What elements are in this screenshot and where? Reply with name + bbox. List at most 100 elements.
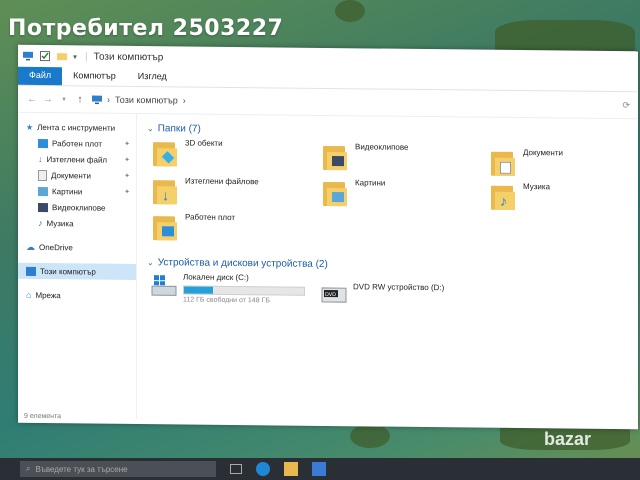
address-path[interactable]: Този компютър (115, 95, 178, 106)
chevron-down-icon[interactable]: ⌄ (147, 258, 154, 267)
address-separator: › (107, 94, 110, 105)
window-title: Този компютър (93, 51, 164, 63)
new-folder-icon[interactable] (56, 50, 68, 62)
picture-icon (332, 192, 344, 203)
section-title: Папки (7) (157, 122, 201, 135)
dvd-badge: DVD (325, 292, 336, 298)
edge-browser-icon[interactable] (256, 462, 270, 476)
sidebar-item-downloads[interactable]: ↓ Изтеглени файл ✦ (18, 151, 136, 168)
recent-dropdown-icon[interactable]: ▾ (56, 95, 72, 103)
refresh-icon[interactable]: ⟳ (590, 99, 630, 110)
sidebar-item-music[interactable]: ♪ Музика (18, 215, 136, 232)
section-title: Устройства и дискови устройства (2) (157, 256, 328, 270)
folder-desktop[interactable]: Работен плот (153, 212, 235, 243)
computer-icon (26, 266, 36, 276)
picture-icon (38, 186, 48, 196)
folder-label: Изтеглени файлове (185, 176, 259, 187)
sidebar-item-desktop[interactable]: Работен плот ✦ (18, 135, 136, 152)
folder-label: Музика (523, 182, 551, 192)
sidebar-item-videos[interactable]: Видеоклипове (18, 199, 136, 216)
music-note-icon: ♪ (38, 217, 43, 229)
document-icon (38, 169, 47, 181)
sidebar-item-label: Документи (51, 170, 91, 181)
customize-qa-dropdown-icon[interactable]: ▾ (73, 52, 77, 61)
film-icon (332, 156, 344, 167)
main-content: ⌄ Папки (7) 3D обекти Видеоклипове Докум… (137, 114, 638, 424)
task-view-icon[interactable] (230, 464, 242, 474)
folder-label: Документи (523, 148, 563, 158)
dvd-drive-icon: DVD (321, 287, 347, 303)
file-explorer-icon[interactable] (284, 462, 298, 476)
svg-text:bazar: bazar (544, 429, 591, 449)
file-explorer-window: ▾ | Този компютър Файл Компютър Изглед ←… (18, 44, 638, 430)
folder-label: Работен плот (185, 212, 236, 223)
drive-usage-fill (184, 286, 213, 294)
chevron-down-icon[interactable]: ⌄ (147, 124, 154, 133)
film-icon (38, 202, 48, 212)
drives-grid: Локален диск (C:) 112 ГБ свободни от 148… (147, 272, 638, 337)
network-icon: ⌂ (26, 289, 32, 300)
folder-label: Картини (355, 178, 386, 188)
taskbar: ⌕ Въведете тук за търсене (0, 458, 640, 480)
tab-file[interactable]: Файл (18, 66, 63, 86)
sidebar-item-pictures[interactable]: Картини ✦ (18, 183, 136, 200)
folder-music[interactable]: ♪ Музика (491, 182, 550, 213)
taskbar-search-input[interactable]: ⌕ Въведете тук за търсене (20, 461, 216, 477)
store-icon[interactable] (312, 462, 326, 476)
document-icon (500, 161, 511, 174)
sidebar-item-quick-access[interactable]: ★ Лента с инструменти (18, 119, 136, 136)
sidebar-item-onedrive[interactable]: ☁ OneDrive (18, 239, 136, 256)
back-arrow-icon[interactable]: ← (24, 93, 40, 104)
pin-icon: ✦ (124, 172, 130, 180)
sidebar-item-this-pc[interactable]: Този компютър (18, 262, 136, 280)
properties-checkbox-icon[interactable] (39, 50, 51, 62)
computer-icon[interactable] (22, 50, 34, 62)
drive-local-c[interactable]: Локален диск (C:) 112 ГБ свободни от 148… (151, 272, 305, 305)
download-arrow-icon: ↓ (38, 153, 43, 165)
folder-pictures[interactable]: Картини (323, 178, 385, 209)
search-icon: ⌕ (26, 464, 31, 473)
folder-videos[interactable]: Видеоклипове (323, 142, 409, 173)
download-arrow-icon: ↓ (162, 187, 169, 204)
address-separator: › (182, 95, 186, 106)
address-path-box[interactable]: › Този компютър › (92, 91, 590, 114)
drive-label: DVD RW устройство (D:) (353, 282, 445, 293)
bazar-watermark-logo: bazar (542, 427, 632, 456)
folder-downloads[interactable]: ↓ Изтеглени файлове (153, 176, 259, 207)
folder-icon: ♪ (491, 182, 517, 212)
tab-computer[interactable]: Компютър (62, 67, 127, 86)
pin-icon: ✦ (124, 140, 130, 148)
sidebar-item-documents[interactable]: Документи ✦ (18, 167, 136, 184)
folders-grid: 3D обекти Видеоклипове Документи ↓ Изтег… (147, 138, 638, 253)
computer-icon (92, 95, 102, 104)
sidebar-item-network[interactable]: ⌂ Мрежа (18, 287, 136, 304)
drive-usage-bar (183, 285, 305, 296)
sidebar-item-label: Работен плот (52, 138, 103, 149)
sidebar-item-label: Мрежа (35, 290, 61, 300)
sidebar-item-label: Картини (52, 186, 83, 196)
background-foliage (350, 424, 390, 448)
sidebar-item-label: Изтеглени файл (46, 154, 108, 165)
sidebar-item-label: Лента с инструменти (37, 122, 116, 133)
windows-drive-icon (151, 275, 177, 296)
tab-view[interactable]: Изглед (127, 68, 178, 87)
folder-icon (323, 178, 349, 208)
pin-icon: ✦ (124, 156, 130, 164)
folder-label: Видеоклипове (355, 142, 409, 152)
folder-documents[interactable]: Документи (491, 148, 563, 179)
folder-3d-objects[interactable]: 3D обекти (153, 138, 223, 169)
status-bar: 9 елемента (24, 412, 62, 421)
sidebar-item-label: Музика (46, 218, 74, 228)
folder-label: 3D обекти (185, 138, 223, 148)
folder-icon: ↓ (153, 176, 179, 206)
search-placeholder: Въведете тук за търсене (35, 464, 128, 474)
folder-icon (153, 138, 179, 168)
up-arrow-icon[interactable]: ↑ (72, 94, 88, 105)
background-foliage (335, 0, 365, 22)
forward-arrow-icon[interactable]: → (40, 93, 56, 105)
drive-free-space: 112 ГБ свободни от 148 ГБ (183, 296, 270, 305)
music-note-icon: ♪ (500, 192, 507, 209)
folder-icon (153, 212, 179, 242)
drive-dvd-d[interactable]: DVD DVD RW устройство (D:) (321, 280, 444, 307)
pin-icon: ✦ (124, 188, 130, 196)
